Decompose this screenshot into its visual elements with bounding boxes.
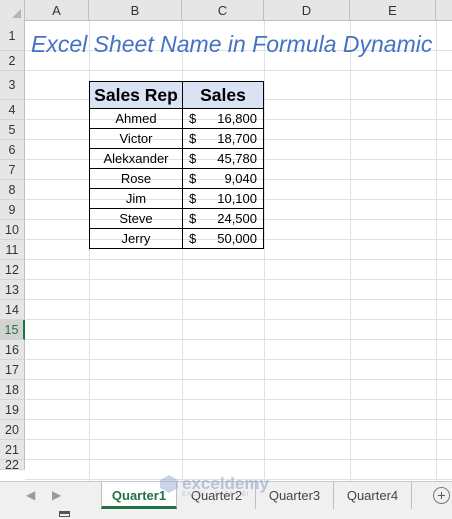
cell-sales-rep[interactable]: Jim — [89, 189, 183, 209]
grid-line — [25, 279, 452, 280]
column-header-d[interactable]: D — [264, 0, 350, 21]
sales-value: 16,800 — [217, 111, 257, 126]
row-header-3[interactable]: 3 — [0, 71, 25, 100]
grid-line — [25, 359, 452, 360]
column-header-b[interactable]: B — [89, 0, 182, 21]
cell-sales[interactable]: $45,780 — [182, 149, 264, 169]
sales-value: 18,700 — [217, 131, 257, 146]
add-sheet-icon[interactable]: + — [433, 487, 450, 504]
row-header-4[interactable]: 4 — [0, 100, 25, 120]
column-header-bar: A B C D E — [0, 0, 452, 21]
next-sheet-icon[interactable]: ▶ — [52, 488, 61, 502]
row-header-1[interactable]: 1 — [0, 21, 25, 51]
sales-value: 9,040 — [224, 171, 257, 186]
currency-symbol: $ — [189, 231, 197, 246]
sheet-title: Excel Sheet Name in Formula Dynamic — [31, 31, 433, 57]
currency-symbol: $ — [189, 131, 197, 146]
row-header-11[interactable]: 11 — [0, 240, 25, 260]
cell-sales-rep[interactable]: Alekxander — [89, 149, 183, 169]
cell-sales-rep[interactable]: Steve — [89, 209, 183, 229]
currency-symbol: $ — [189, 191, 197, 206]
sheet-tab-bar: ◀ ▶ Quarter1 Quarter2 Quarter3 Quarter4 … — [0, 481, 452, 509]
sales-value: 24,500 — [217, 211, 257, 226]
cell-sales-rep[interactable]: Victor — [89, 129, 183, 149]
prev-sheet-icon[interactable]: ◀ — [26, 488, 35, 502]
cell-sales[interactable]: $9,040 — [182, 169, 264, 189]
select-all-triangle-icon — [12, 9, 21, 18]
row-header-8[interactable]: 8 — [0, 180, 25, 200]
tab-quarter2[interactable]: Quarter2 — [178, 482, 256, 509]
cell-sales[interactable]: $10,100 — [182, 189, 264, 209]
row-header-14[interactable]: 14 — [0, 300, 25, 320]
grid-line — [25, 419, 452, 420]
grid-line — [25, 399, 452, 400]
row-header-12[interactable]: 12 — [0, 260, 25, 280]
cell-sales-rep[interactable]: Jerry — [89, 229, 183, 249]
sales-value: 50,000 — [217, 231, 257, 246]
grid-line — [25, 259, 452, 260]
currency-symbol: $ — [189, 151, 197, 166]
grid-line — [25, 319, 452, 320]
row-header-17[interactable]: 17 — [0, 360, 25, 380]
grid-line — [25, 339, 452, 340]
cell-sales-rep[interactable]: Rose — [89, 169, 183, 189]
grid-line — [25, 479, 452, 480]
row-header-5[interactable]: 5 — [0, 120, 25, 140]
row-header-16[interactable]: 16 — [0, 340, 25, 360]
row-header-20[interactable]: 20 — [0, 420, 25, 440]
tab-quarter1[interactable]: Quarter1 — [101, 482, 177, 509]
grid-line — [25, 70, 452, 71]
sales-value: 45,780 — [217, 151, 257, 166]
header-sales[interactable]: Sales — [182, 81, 264, 109]
header-sales-rep[interactable]: Sales Rep — [89, 81, 183, 109]
grid-line — [436, 21, 437, 481]
sales-value: 10,100 — [217, 191, 257, 206]
cell-sales[interactable]: $24,500 — [182, 209, 264, 229]
currency-symbol: $ — [189, 211, 197, 226]
currency-symbol: $ — [189, 111, 197, 126]
cell-sales[interactable]: $16,800 — [182, 109, 264, 129]
row-header-22[interactable]: 22 — [0, 458, 25, 472]
row-header-19[interactable]: 19 — [0, 400, 25, 420]
row-header-13[interactable]: 13 — [0, 280, 25, 300]
tab-quarter3[interactable]: Quarter3 — [256, 482, 334, 509]
row-header-2[interactable]: 2 — [0, 51, 25, 71]
grid-line — [25, 299, 452, 300]
cell-sales-rep[interactable]: Ahmed — [89, 109, 183, 129]
status-bar — [0, 509, 452, 519]
currency-symbol: $ — [189, 171, 197, 186]
cell-sales[interactable]: $18,700 — [182, 129, 264, 149]
select-all-button[interactable] — [0, 0, 25, 21]
macro-recorder-icon[interactable] — [59, 511, 70, 517]
row-header-10[interactable]: 10 — [0, 220, 25, 240]
cell-sales[interactable]: $50,000 — [182, 229, 264, 249]
grid-line — [25, 459, 452, 460]
row-header-7[interactable]: 7 — [0, 160, 25, 180]
column-header-e[interactable]: E — [350, 0, 436, 21]
row-header-9[interactable]: 9 — [0, 200, 25, 220]
column-header-c[interactable]: C — [182, 0, 264, 21]
column-header-a[interactable]: A — [25, 0, 89, 21]
row-header-15[interactable]: 15 — [0, 320, 25, 340]
tab-quarter4[interactable]: Quarter4 — [334, 482, 412, 509]
row-header-6[interactable]: 6 — [0, 140, 25, 160]
grid-line — [25, 439, 452, 440]
row-header-18[interactable]: 18 — [0, 380, 25, 400]
grid-line — [25, 379, 452, 380]
grid-line — [264, 21, 265, 481]
grid-line — [350, 21, 351, 481]
